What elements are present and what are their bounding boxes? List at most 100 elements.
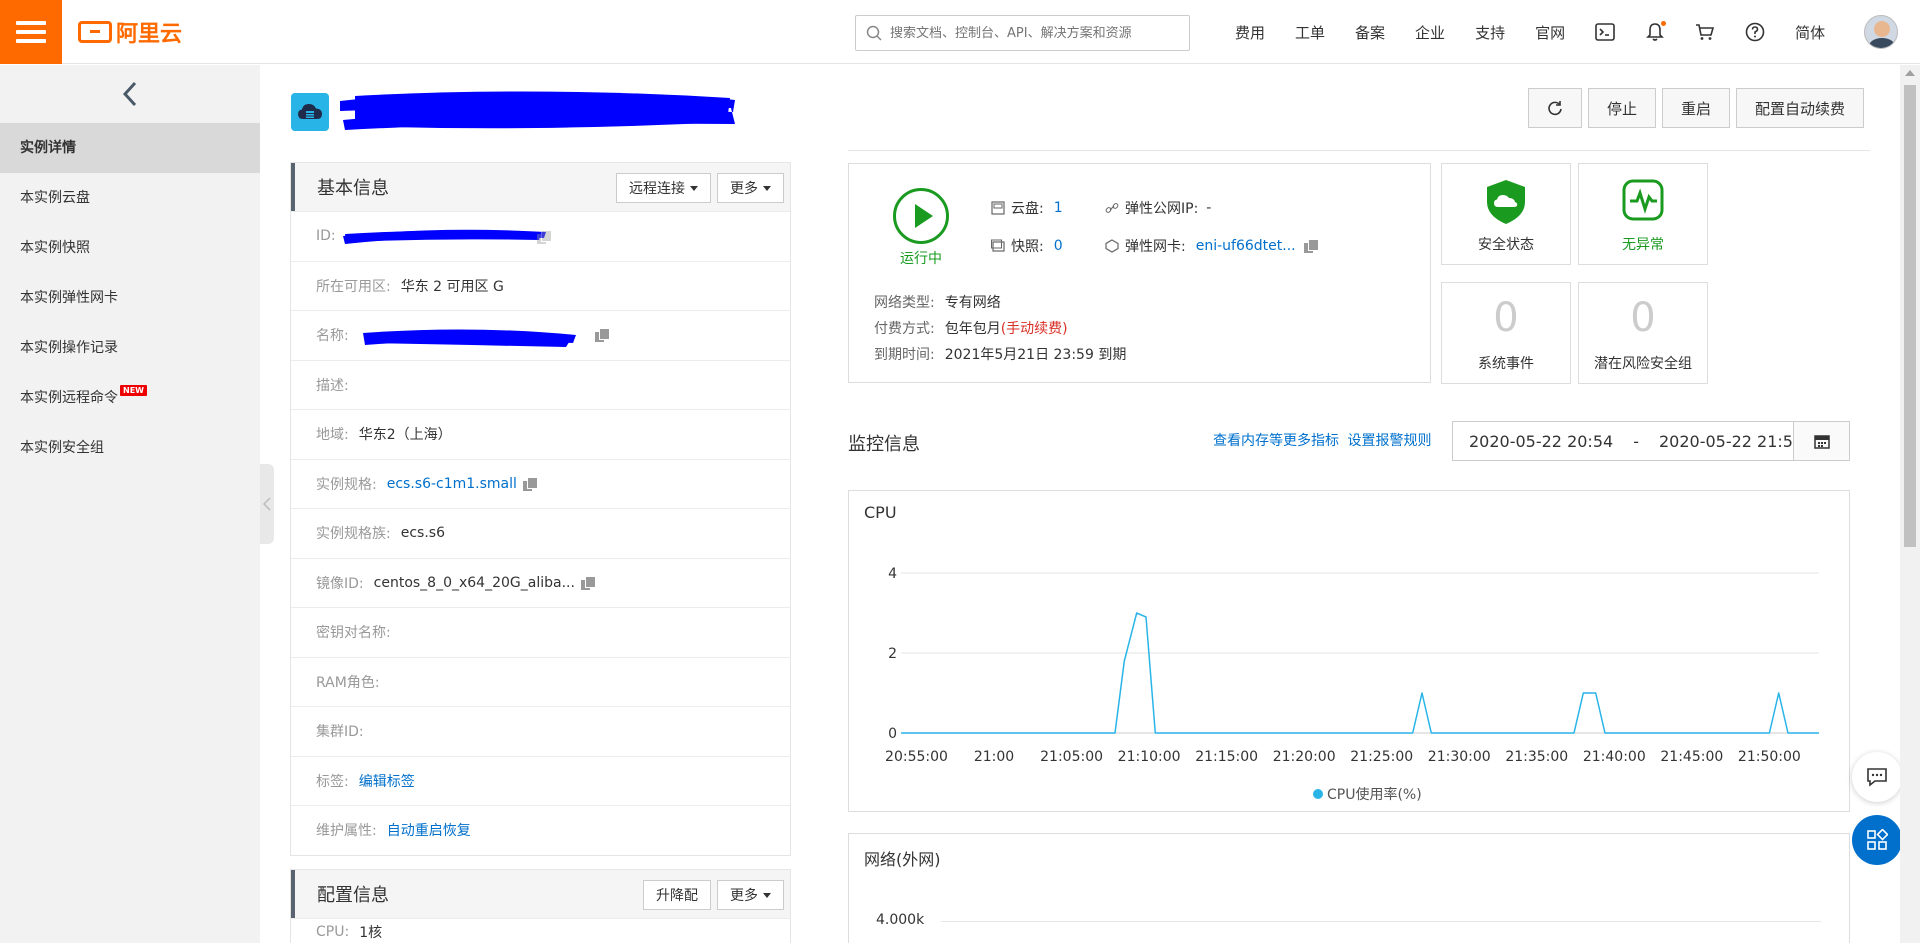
copy-icon[interactable] bbox=[580, 575, 596, 590]
back-button[interactable] bbox=[0, 65, 260, 123]
more-button[interactable]: 更多 bbox=[717, 173, 784, 203]
top-nav: 费用 工单 备案 企业 支持 官网 简体 bbox=[1220, 0, 1899, 64]
date-to[interactable]: 2020-05-22 21:54 bbox=[1659, 432, 1803, 451]
cpu-x-tick-label: 20:55:00 bbox=[885, 749, 948, 765]
expire-time-label: 到期时间: bbox=[874, 347, 935, 363]
sidebar-item-instance-details[interactable]: 实例详情 bbox=[0, 123, 260, 173]
row-keypair: 密钥对名称: bbox=[291, 607, 790, 657]
link-icon bbox=[1105, 203, 1119, 213]
search-icon bbox=[866, 25, 882, 41]
row-id: ID: bbox=[291, 211, 790, 261]
caret-down-icon bbox=[690, 185, 698, 191]
sidebar-collapse-handle[interactable] bbox=[260, 464, 274, 544]
date-from[interactable]: 2020-05-22 20:54 bbox=[1469, 432, 1613, 451]
date-range-picker[interactable]: 2020-05-22 20:54 - 2020-05-22 21:54 bbox=[1452, 421, 1850, 461]
bell-icon[interactable] bbox=[1644, 21, 1667, 43]
name-value-redacted bbox=[363, 329, 576, 347]
user-avatar[interactable] bbox=[1864, 15, 1899, 49]
search-box[interactable] bbox=[855, 15, 1190, 51]
maintenance-link[interactable]: 自动重启恢复 bbox=[387, 820, 471, 840]
menu-icon bbox=[16, 20, 46, 43]
name-label: 名称: bbox=[316, 328, 349, 345]
new-badge: NEW bbox=[120, 385, 147, 396]
disk-count[interactable]: 1 bbox=[1054, 200, 1063, 216]
chevron-left-icon bbox=[122, 81, 137, 107]
cpu-x-tick-label: 21:45:00 bbox=[1660, 749, 1723, 765]
copy-icon[interactable] bbox=[522, 476, 538, 491]
cpu-chart[interactable]: 4 2 0 20:55:00 21:00 21:05:00 21:10:00 21:15:00… bbox=[849, 491, 1849, 811]
remote-connect-label: 远程连接 bbox=[629, 181, 685, 197]
spec-link[interactable]: ecs.s6-c1m1.small bbox=[387, 476, 517, 492]
expire-time: 到期时间: 2021年5月21日 23:59 到期 bbox=[874, 344, 1126, 364]
page-scrollbar[interactable] bbox=[1900, 65, 1920, 943]
risk-security-group-count: 0 bbox=[1630, 295, 1656, 341]
cloud-server-icon bbox=[298, 104, 322, 119]
copy-icon[interactable] bbox=[595, 328, 610, 342]
more-metrics-link[interactable]: 查看内存等更多指标 bbox=[1213, 433, 1339, 449]
cpu-chart-card: CPU 4 2 0 20:55:00 21:00 21:05:00 21:10:00 21:1… bbox=[848, 490, 1850, 812]
nav-icp[interactable]: 备案 bbox=[1355, 22, 1385, 43]
system-events-tile[interactable]: 0 系统事件 bbox=[1441, 282, 1571, 384]
id-value-redacted bbox=[343, 229, 546, 244]
terminal-icon[interactable] bbox=[1594, 21, 1616, 43]
calendar-button[interactable] bbox=[1793, 422, 1849, 460]
cpu-x-tick-label: 21:05:00 bbox=[1040, 749, 1103, 765]
feedback-button[interactable] bbox=[1852, 752, 1902, 802]
brand-logo[interactable]: 阿里云 bbox=[78, 16, 182, 48]
alarm-rules-link[interactable]: 设置报警规则 bbox=[1347, 433, 1431, 449]
manual-renew-note[interactable]: (手动续费) bbox=[1001, 321, 1068, 337]
eip-label: 弹性公网IP: bbox=[1125, 201, 1199, 217]
more-button[interactable]: 更多 bbox=[717, 880, 784, 910]
hamburger-menu-button[interactable] bbox=[0, 0, 62, 64]
resize-button[interactable]: 升降配 bbox=[643, 880, 711, 910]
refresh-button[interactable] bbox=[1527, 88, 1582, 128]
language-switch[interactable]: 简体 bbox=[1795, 22, 1825, 43]
sidebar-item-security-groups[interactable]: 本实例安全组 bbox=[0, 423, 260, 473]
copy-icon[interactable] bbox=[537, 230, 552, 244]
scrollbar-thumb[interactable] bbox=[1904, 85, 1916, 547]
eni-link[interactable]: eni-uf66dtet... bbox=[1196, 238, 1296, 254]
payment-type-label: 付费方式: bbox=[874, 321, 935, 337]
auto-renew-button[interactable]: 配置自动续费 bbox=[1735, 88, 1864, 128]
system-events-count: 0 bbox=[1493, 295, 1519, 341]
expire-time-value: 2021年5月21日 23:59 到期 bbox=[944, 347, 1127, 363]
risk-security-group-label: 潜在风险安全组 bbox=[1594, 356, 1692, 372]
cpu-legend-marker bbox=[1313, 789, 1323, 799]
cpu-value: 1核 bbox=[359, 924, 383, 941]
cart-icon[interactable] bbox=[1694, 21, 1716, 43]
scroll-up-arrow-icon[interactable] bbox=[1905, 70, 1915, 76]
sidebar-item-snapshots[interactable]: 本实例快照 bbox=[0, 223, 260, 273]
restart-button[interactable]: 重启 bbox=[1661, 88, 1730, 128]
sidebar-item-disks[interactable]: 本实例云盘 bbox=[0, 173, 260, 223]
sidebar-item-operation-logs[interactable]: 本实例操作记录 bbox=[0, 323, 260, 373]
search-input[interactable] bbox=[890, 25, 1180, 41]
risk-security-group-tile[interactable]: 0 潜在风险安全组 bbox=[1578, 282, 1708, 384]
nav-support[interactable]: 支持 bbox=[1475, 22, 1505, 43]
notification-dot bbox=[1661, 21, 1667, 26]
nav-enterprise[interactable]: 企业 bbox=[1415, 22, 1445, 43]
cpu-y-tick-label: 4 bbox=[888, 566, 897, 582]
date-separator: - bbox=[1633, 431, 1639, 451]
snapshot-count[interactable]: 0 bbox=[1054, 238, 1063, 254]
nav-official-site[interactable]: 官网 bbox=[1535, 22, 1565, 43]
cpu-label: CPU: bbox=[316, 923, 350, 940]
basic-info-header: 基本信息 远程连接 更多 bbox=[291, 163, 790, 211]
monitor-title: 监控信息 bbox=[848, 434, 920, 455]
copy-icon[interactable] bbox=[1303, 239, 1319, 253]
remote-connect-button[interactable]: 远程连接 bbox=[616, 173, 711, 203]
no-anomaly-tile[interactable]: 无异常 bbox=[1578, 163, 1708, 265]
nav-fees[interactable]: 费用 bbox=[1235, 22, 1265, 43]
shield-icon bbox=[1487, 180, 1525, 224]
apps-grid-icon bbox=[1867, 829, 1888, 850]
nav-tickets[interactable]: 工单 bbox=[1295, 22, 1325, 43]
image-label: 镜像ID: bbox=[316, 575, 364, 592]
sidebar-item-enis[interactable]: 本实例弹性网卡 bbox=[0, 273, 260, 323]
sidebar-item-label: 本实例操作记录 bbox=[20, 340, 118, 356]
stop-button[interactable]: 停止 bbox=[1587, 88, 1656, 128]
edit-tags-link[interactable]: 编辑标签 bbox=[359, 771, 415, 791]
help-icon[interactable] bbox=[1744, 21, 1766, 43]
apps-button[interactable] bbox=[1852, 815, 1902, 865]
security-status-tile[interactable]: 安全状态 bbox=[1441, 163, 1571, 265]
sidebar-item-label: 本实例安全组 bbox=[20, 440, 104, 456]
sidebar-item-remote-commands[interactable]: 本实例远程命令 NEW bbox=[0, 373, 260, 423]
